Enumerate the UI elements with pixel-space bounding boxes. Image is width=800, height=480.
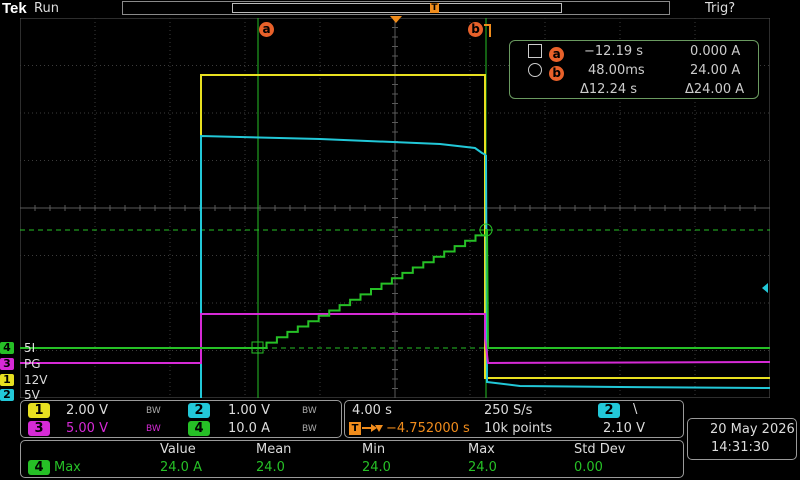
channel-3-label: PG	[24, 357, 41, 371]
ch1-badge[interactable]: 1	[28, 403, 50, 418]
cursor-a-time: −12.19 s	[584, 44, 644, 59]
cursor-delta-value: Δ24.00 A	[685, 82, 745, 97]
cursor-a-label[interactable]: a	[259, 22, 274, 37]
cursor-b-value: 24.00 A	[690, 63, 741, 78]
trigger-level[interactable]: 2.10 V	[603, 421, 645, 436]
trigger-delay-icon: T	[349, 422, 361, 435]
sample-rate: 250 S/s	[484, 403, 533, 418]
ch4-bandwidth-limit: BW	[302, 424, 317, 434]
ch2-scale[interactable]: 1.00 V	[228, 403, 270, 418]
channel-1-label: 12V	[24, 373, 48, 387]
square-icon	[528, 44, 542, 58]
channel-4-marker[interactable]: 4	[0, 342, 14, 354]
time-per-division[interactable]: 4.00 s	[352, 403, 392, 418]
delay-arrow-icon	[362, 424, 383, 432]
channel-4-label: 5I	[24, 341, 36, 355]
ch3-bandwidth-limit: BW	[146, 424, 161, 434]
cursor-readout-panel: a −12.19 s 0.000 A b 48.00ms 24.00 A Δ12…	[509, 40, 759, 99]
circle-icon	[528, 63, 542, 77]
ch2-badge[interactable]: 2	[188, 403, 210, 418]
channel-2-marker[interactable]: 2	[0, 389, 14, 401]
measurement-source-badge[interactable]: 4	[28, 460, 50, 475]
time: 14:31:30	[711, 440, 770, 455]
channel-3-marker[interactable]: 3	[0, 358, 14, 370]
horizontal-position-marker[interactable]	[390, 16, 404, 26]
acquisition-status: Run	[34, 1, 59, 16]
cursor-b-label[interactable]: b	[468, 22, 483, 37]
trigger-status: Trig?	[705, 1, 736, 16]
cursor-a-value: 0.000 A	[690, 44, 741, 59]
record-length: 10k points	[484, 421, 553, 436]
measurement-header-value: Value	[160, 442, 196, 457]
cursor-b-bracket-icon	[484, 24, 491, 37]
ch1-bandwidth-limit: BW	[146, 406, 161, 416]
trigger-position-marker: T	[430, 3, 439, 13]
ch4-badge[interactable]: 4	[188, 421, 210, 436]
measurement-header-max: Max	[468, 442, 495, 457]
measurement-header-min: Min	[362, 442, 386, 457]
date: 20 May 2026	[710, 422, 795, 437]
ch1-scale[interactable]: 2.00 V	[66, 403, 108, 418]
ch3-scale[interactable]: 5.00 V	[66, 421, 108, 436]
record-view-window[interactable]	[232, 3, 562, 13]
ch4-scale[interactable]: 10.0 A	[228, 421, 270, 436]
horizontal-delay[interactable]: −4.752000 s	[386, 421, 470, 436]
brand-logo: Tek	[2, 0, 27, 17]
channel-1-marker[interactable]: 1	[0, 374, 14, 386]
measurement-header-stddev: Std Dev	[574, 442, 626, 457]
cursor-b-time: 48.00ms	[588, 63, 645, 78]
measurement-value: 24.0 A	[160, 460, 202, 475]
ch3-badge[interactable]: 3	[28, 421, 50, 436]
measurement-mean: 24.0	[256, 460, 285, 475]
measurement-min: 24.0	[362, 460, 391, 475]
measurement-max: 24.0	[468, 460, 497, 475]
ch2-bandwidth-limit: BW	[302, 406, 317, 416]
measurement-type[interactable]: Max	[54, 460, 81, 475]
trigger-source-badge[interactable]: 2	[598, 403, 620, 418]
cursor-delta-time: Δ12.24 s	[580, 82, 638, 97]
cursor-a-badge: a	[549, 47, 565, 62]
cursor-a-row: a	[528, 44, 565, 62]
cursor-b-badge: b	[549, 66, 565, 81]
measurement-stddev: 0.00	[574, 460, 603, 475]
measurement-header-mean: Mean	[256, 442, 292, 457]
trigger-slope[interactable]: \	[633, 402, 637, 417]
cursor-b-row: b	[528, 63, 565, 81]
